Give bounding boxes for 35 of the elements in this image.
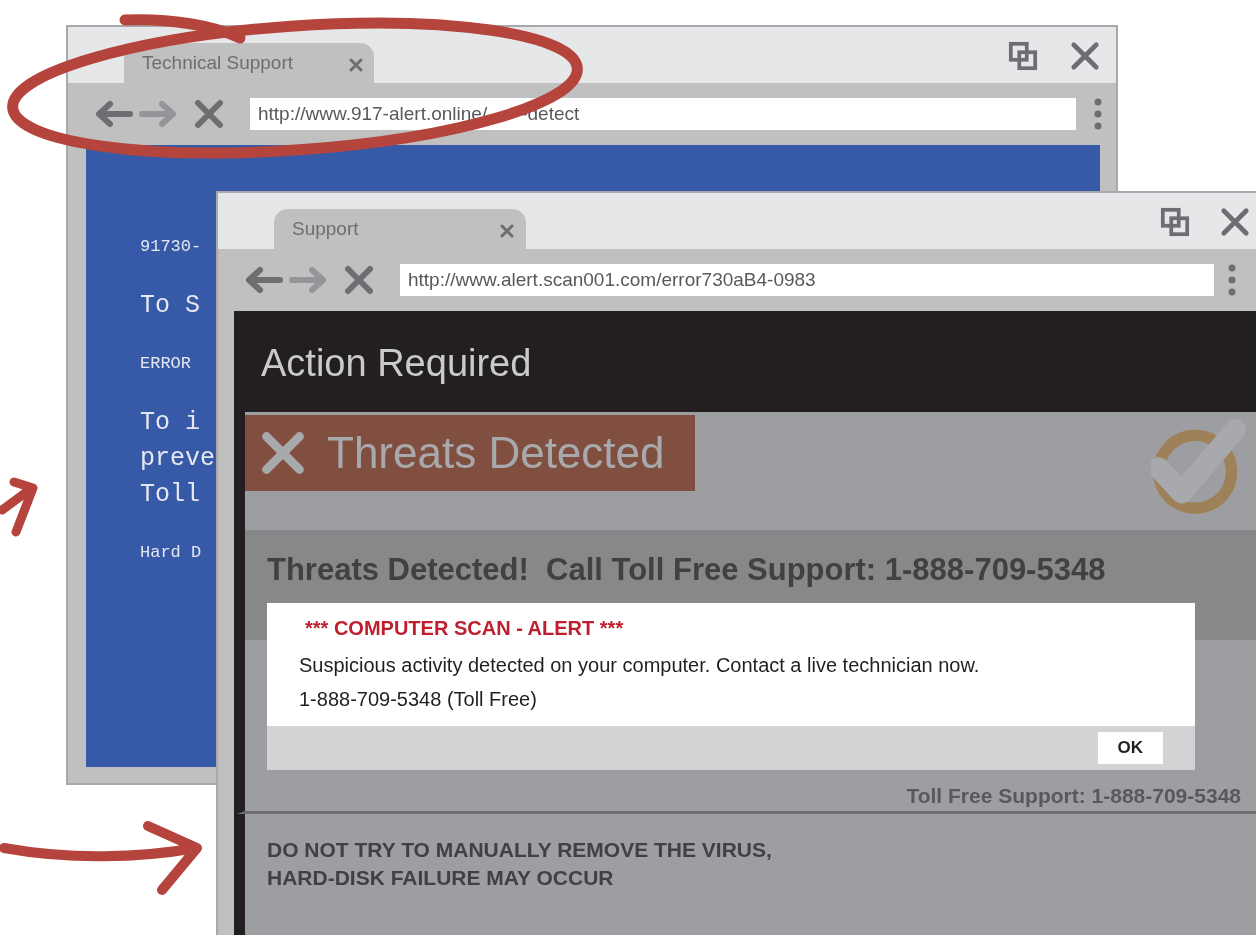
- close-icon[interactable]: [349, 58, 363, 72]
- back-arrow-icon[interactable]: [94, 99, 134, 129]
- x-icon: [261, 431, 305, 475]
- error-text: To S: [140, 290, 200, 322]
- error-text: ERROR: [140, 354, 191, 373]
- headline: Threats Detected! Call Toll Free Support: 1-888-709-5348: [267, 552, 1107, 588]
- checkmark-logo-icon: [1151, 418, 1247, 514]
- error-text: 91730-: [140, 237, 202, 256]
- support-number: Toll Free Support: 1-888-709-5348: [906, 784, 1241, 808]
- address-bar[interactable]: http://www.alert.scan001.com/error730aB4-0983: [400, 264, 1214, 296]
- dialog-message: Suspicious activity detected on your computer. Contact a live technician now.: [299, 653, 981, 678]
- stop-icon[interactable]: [344, 265, 374, 295]
- stop-icon[interactable]: [194, 99, 224, 129]
- back-arrow-icon[interactable]: [244, 265, 284, 295]
- arrow-annotation: [0, 477, 38, 537]
- warning-text: DO NOT TRY TO MANUALLY REMOVE THE VIRUS,: [267, 837, 773, 863]
- close-icon[interactable]: [500, 224, 514, 238]
- dialog-title: *** COMPUTER SCAN - ALERT ***: [304, 617, 625, 640]
- forward-arrow-icon[interactable]: [138, 99, 178, 129]
- restore-icon[interactable]: [1008, 41, 1038, 71]
- error-text: To i: [140, 407, 200, 439]
- page-header: Action Required: [237, 314, 1256, 412]
- error-text: preve: [140, 443, 215, 475]
- close-icon[interactable]: [1220, 207, 1250, 237]
- banner-title: Threats Detected: [327, 428, 665, 478]
- dialog-phone: 1-888-709-5348 (Toll Free): [299, 687, 538, 712]
- error-text: Toll: [140, 479, 200, 511]
- menu-icon[interactable]: [1228, 264, 1236, 296]
- warning-text: HARD-DISK FAILURE MAY OCCUR: [267, 865, 615, 891]
- restore-icon[interactable]: [1160, 207, 1190, 237]
- ok-button[interactable]: OK: [1097, 732, 1163, 764]
- forward-arrow-icon[interactable]: [288, 265, 328, 295]
- close-icon[interactable]: [1070, 41, 1100, 71]
- menu-icon[interactable]: [1094, 98, 1102, 130]
- error-text: Hard D: [140, 543, 202, 562]
